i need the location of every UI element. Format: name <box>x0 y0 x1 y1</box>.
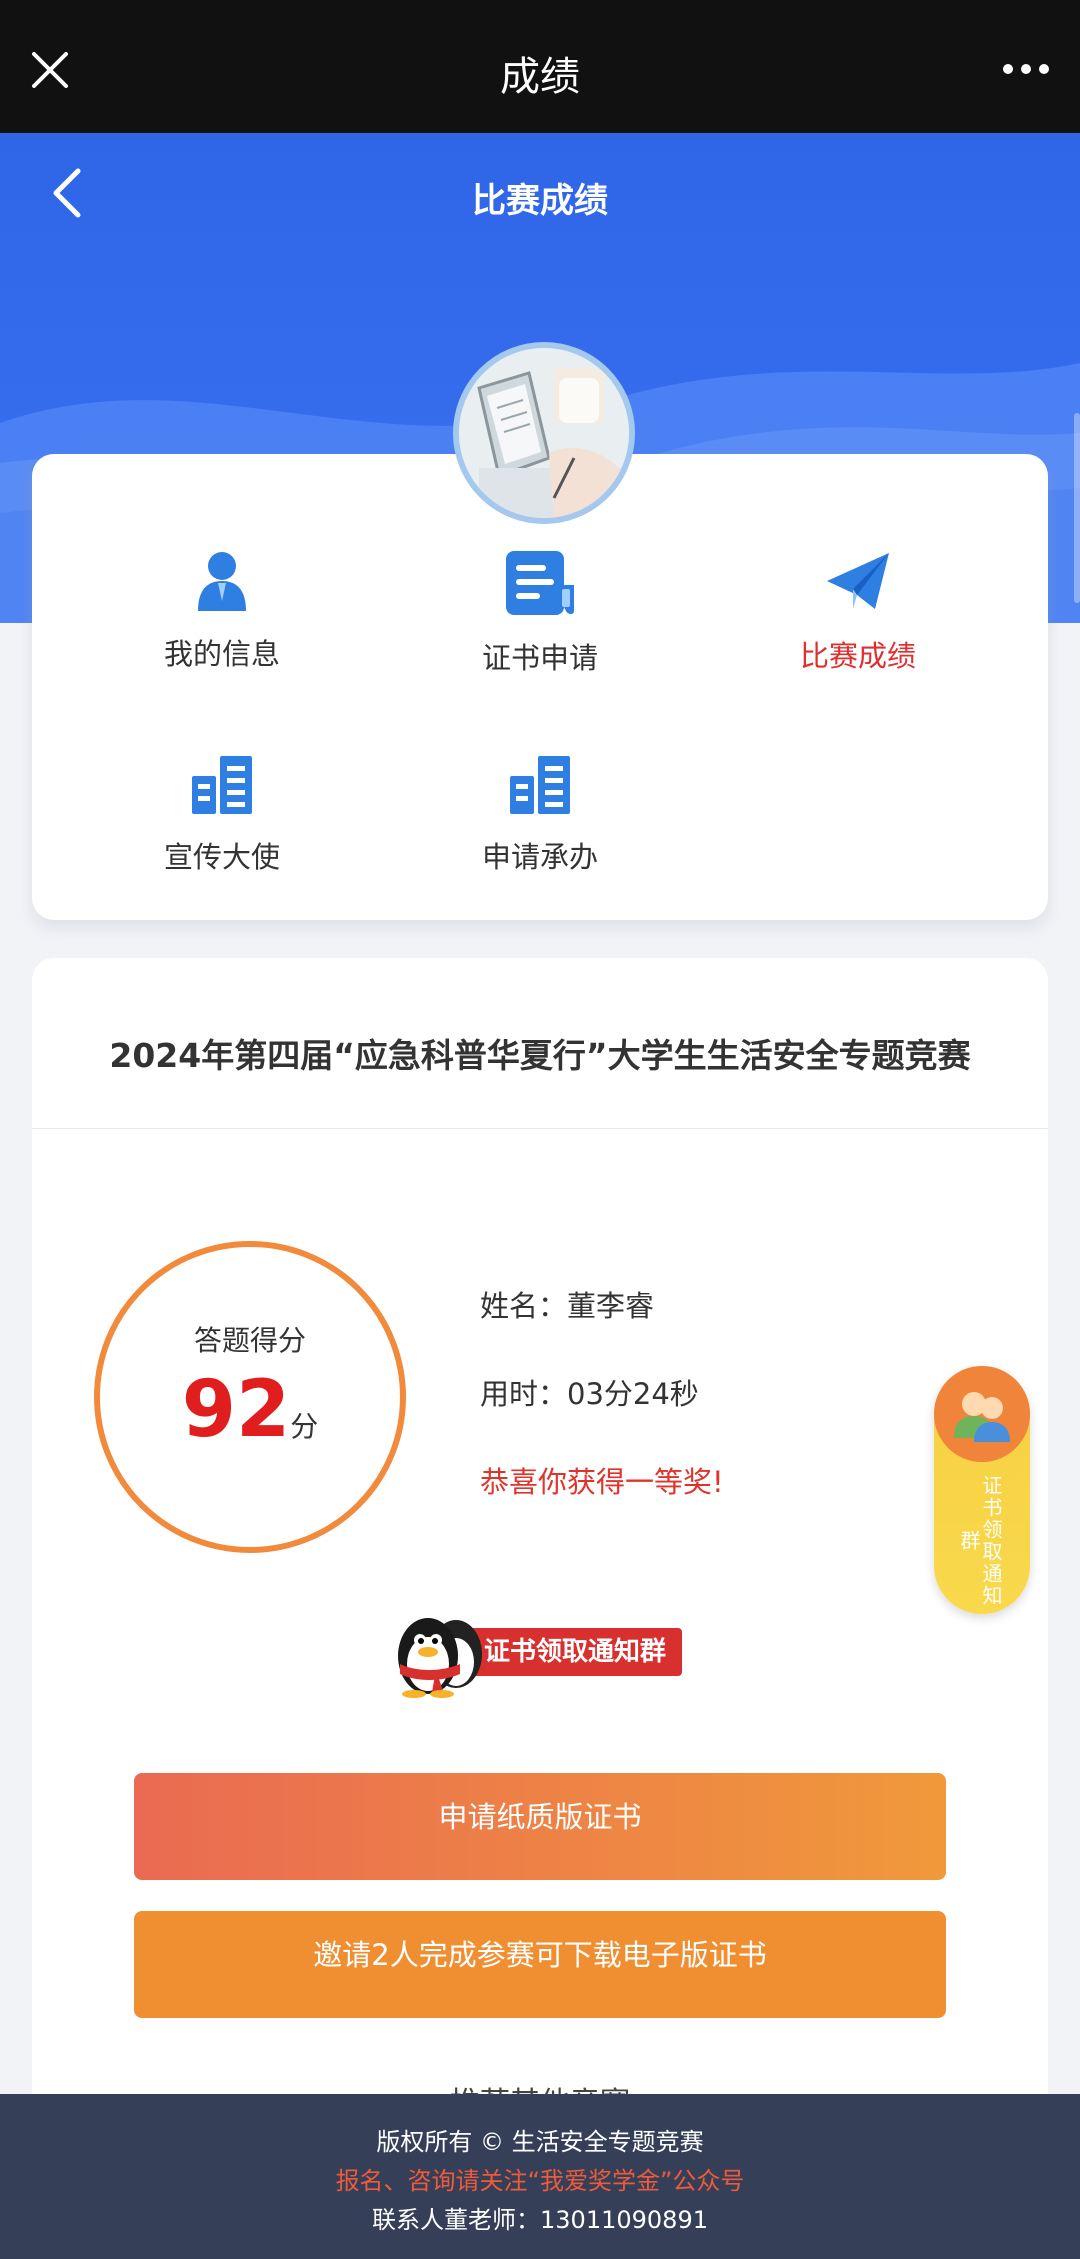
menu-item-host[interactable]: 申请承办 <box>400 752 680 876</box>
menu-item-my-info[interactable]: 我的信息 <box>82 549 362 673</box>
menu-item-ambassador[interactable]: 宣传大使 <box>82 752 362 876</box>
footer-copyright: 版权所有 © 生活安全专题竞赛 <box>376 2128 704 2156</box>
qq-penguin-icon <box>398 1618 482 1698</box>
menu-item-label: 我的信息 <box>163 637 280 671</box>
score-number: 92 <box>181 1365 291 1455</box>
certificate-icon <box>506 551 574 615</box>
people-icon <box>954 1392 1010 1442</box>
scrollbar-thumb[interactable] <box>1074 413 1080 603</box>
time-used: 用时：03分24秒 <box>480 1377 699 1411</box>
menu-item-label: 宣传大使 <box>163 840 280 874</box>
footer: 版权所有 © 生活安全专题竞赛 报名、咨询请关注“我爱奖学金”公众号 联系人董老… <box>0 2094 1080 2259</box>
result-card: 2024年第四届“应急科普华夏行”大学生生活安全专题竞赛 答题得分 92分 姓名… <box>32 958 1048 2259</box>
competition-title: 2024年第四届“应急科普华夏行”大学生生活安全专题竞赛 <box>32 958 1048 1129</box>
score-value: 92分 <box>100 1365 400 1455</box>
menu-item-label: 证书申请 <box>481 641 598 675</box>
score-ring: 答题得分 92分 <box>94 1241 406 1553</box>
menu-item-label: 比赛成绩 <box>799 639 916 673</box>
score-caption: 答题得分 <box>193 1324 306 1357</box>
page-title: 比赛成绩 <box>472 181 608 221</box>
score-unit: 分 <box>290 1410 319 1443</box>
menu-item-label: 申请承办 <box>481 840 598 874</box>
menu-item-results[interactable]: 比赛成绩 <box>718 549 998 675</box>
apply-paper-certificate-button[interactable]: 申请纸质版证书 <box>134 1773 946 1880</box>
building-icon <box>192 756 252 814</box>
award-text: 恭喜你获得一等奖! <box>480 1465 724 1499</box>
building-icon <box>510 756 570 814</box>
invite-download-certificate-button[interactable]: 邀请2人完成参赛可下载电子版证书 <box>134 1911 946 2018</box>
participant-name: 姓名：董李睿 <box>480 1289 655 1323</box>
support-avatar <box>934 1366 1030 1462</box>
window-title: 成绩 <box>500 54 580 100</box>
floating-widget-label: 证书领取通知群 <box>957 1475 1003 1607</box>
app-top-bar: 成绩 <box>0 0 1080 133</box>
qq-group-link[interactable]: 证书领取通知群 <box>386 1608 726 1698</box>
footer-contact: 联系人董老师：13011090891 <box>372 2206 708 2234</box>
avatar <box>453 342 635 524</box>
menu-item-certificate[interactable]: 证书申请 <box>400 549 680 677</box>
floating-qq-group-widget[interactable]: 证书领取通知群 <box>934 1366 1030 1614</box>
footer-notice: 报名、咨询请关注“我爱奖学金”公众号 <box>335 2167 745 2195</box>
user-icon <box>198 552 246 611</box>
more-icon[interactable] <box>1002 54 1050 84</box>
paper-plane-icon <box>827 553 889 609</box>
